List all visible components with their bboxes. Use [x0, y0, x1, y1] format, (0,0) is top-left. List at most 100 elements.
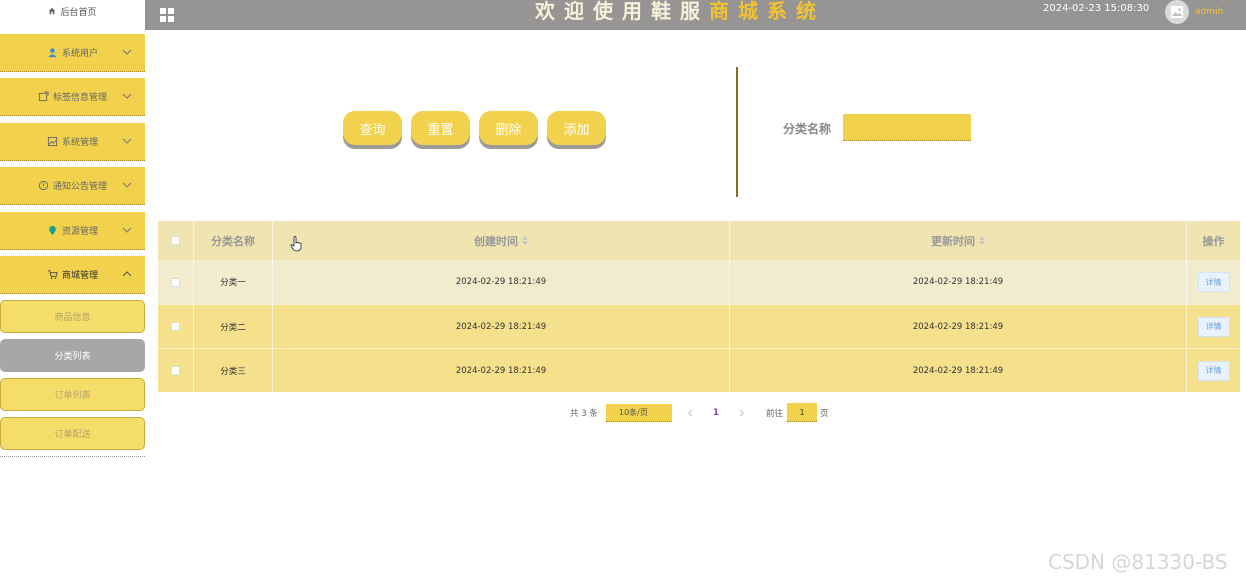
chevron-down-icon [122, 49, 132, 55]
prev-page-icon[interactable] [687, 403, 695, 423]
avatar[interactable] [1165, 0, 1189, 24]
chevron-down-icon [122, 182, 132, 188]
select-all-checkbox[interactable] [171, 236, 180, 245]
submenu-label: 商品信息 [54, 313, 91, 323]
sidebar-item-label: 商城管理 [61, 271, 98, 281]
table-row: 分类二 2024-02-29 18:21:49 2024-02-29 18:21… [158, 304, 1240, 348]
chevron-up-icon [122, 271, 132, 277]
sidebar-item-label: 资源管理 [61, 227, 98, 237]
cart-icon [47, 270, 58, 279]
sidebar-item-tag-management[interactable]: 标签信息管理 [0, 78, 145, 116]
toolbar-divider [736, 67, 738, 197]
title-part-1: 欢迎使用鞋服 [535, 0, 709, 23]
next-page-icon[interactable] [737, 403, 745, 423]
info-icon [38, 180, 49, 191]
row-checkbox[interactable] [171, 277, 180, 287]
row-checkbox[interactable] [171, 366, 180, 375]
detail-button[interactable]: 详情 [1197, 272, 1230, 292]
chevron-down-icon [122, 93, 132, 99]
cell-updated: 2024-02-29 18:21:49 [730, 305, 1187, 348]
goto-page-input[interactable]: 1 [787, 403, 817, 422]
cell-created: 2024-02-29 18:21:49 [273, 349, 730, 392]
cell-action: 详情 [1187, 305, 1240, 348]
cell-updated: 2024-02-29 18:21:49 [730, 260, 1187, 304]
page-number-current[interactable]: 1 [713, 403, 719, 423]
row-checkbox-cell [158, 349, 194, 392]
category-table: 分类名称 创建时间 更新时间 操作 分类一 2024-02-29 18:21:4… [158, 221, 1240, 392]
table-row: 分类一 2024-02-29 18:21:49 2024-02-29 18:21… [158, 260, 1240, 304]
user-icon [48, 48, 57, 58]
column-header-label: 更新时间 [931, 234, 975, 248]
column-header-action: 操作 [1202, 234, 1225, 248]
sidebar-item-label: 系统用户 [61, 49, 98, 59]
row-checkbox[interactable] [171, 322, 180, 331]
grid-menu-icon[interactable] [160, 8, 174, 22]
picture-icon [47, 136, 58, 147]
submenu-order-delivery[interactable]: 订单配送 [0, 417, 145, 450]
query-button[interactable]: 查询 [343, 111, 402, 145]
watermark: CSDN @81330-BS [1048, 550, 1228, 574]
page-size-select[interactable]: 10条/页 [606, 404, 672, 422]
sidebar-item-label: 标签信息管理 [52, 93, 107, 103]
chevron-down-icon [122, 227, 132, 233]
column-header-updated[interactable]: 更新时间 [730, 221, 1187, 260]
page-suffix: 页 [820, 409, 829, 419]
cell-name: 分类二 [194, 305, 273, 348]
cell-action: 详情 [1187, 260, 1240, 304]
submenu-label: 订单列表 [54, 391, 91, 401]
sidebar-home-label: 后台首页 [60, 7, 97, 18]
sidebar-item-label: 通知公告管理 [52, 182, 107, 192]
reset-button[interactable]: 重置 [411, 111, 470, 145]
row-checkbox-cell [158, 305, 194, 348]
sidebar-item-system-users[interactable]: 系统用户 [0, 34, 145, 72]
hand-cursor-icon [290, 236, 302, 252]
sidebar-item-notice-management[interactable]: 通知公告管理 [0, 167, 145, 205]
sidebar-item-label: 系统管理 [61, 138, 98, 148]
search-label: 分类名称 [783, 122, 832, 136]
cell-updated: 2024-02-29 18:21:49 [730, 349, 1187, 392]
header: 欢迎使用鞋服商城系统 2024-02-23 15:08:30 admin [145, 0, 1246, 30]
sidebar-item-system-management[interactable]: 系统管理 [0, 123, 145, 161]
cell-created: 2024-02-29 18:21:49 [273, 305, 730, 348]
cell-created: 2024-02-29 18:21:49 [273, 260, 730, 304]
tag-icon [38, 91, 49, 102]
sidebar: 后台首页 系统用户 标签信息管理 系统管理 通知公告管理 资源管理 商城管理 商… [0, 0, 145, 583]
image-icon [1171, 6, 1183, 18]
row-checkbox-cell [158, 260, 194, 304]
submenu-order-list[interactable]: 订单列表 [0, 378, 145, 411]
location-pin-icon [49, 225, 56, 236]
add-button[interactable]: 添加 [547, 111, 606, 145]
header-checkbox-cell [158, 221, 194, 260]
submenu-product-info[interactable]: 商品信息 [0, 300, 145, 333]
column-header-label: 创建时间 [474, 234, 518, 248]
table-header: 分类名称 创建时间 更新时间 操作 [158, 221, 1240, 260]
category-name-input[interactable] [843, 114, 971, 141]
submenu-label: 分类列表 [54, 352, 91, 362]
sidebar-item-resource-management[interactable]: 资源管理 [0, 212, 145, 250]
title-part-2: 商城系统 [709, 0, 825, 23]
detail-button[interactable]: 详情 [1197, 316, 1230, 337]
table-row: 分类三 2024-02-29 18:21:49 2024-02-29 18:21… [158, 348, 1240, 392]
cell-action: 详情 [1187, 349, 1240, 392]
column-header-name: 分类名称 [194, 221, 273, 260]
sidebar-item-mall-management[interactable]: 商城管理 [0, 256, 145, 294]
delete-button[interactable]: 删除 [479, 111, 538, 145]
home-icon [49, 7, 56, 15]
sidebar-divider [0, 456, 145, 457]
column-header-created[interactable]: 创建时间 [273, 221, 730, 260]
cell-name: 分类一 [194, 260, 273, 304]
sort-icon[interactable] [979, 236, 985, 245]
submenu-category-list[interactable]: 分类列表 [0, 339, 145, 372]
page-size-value: 10条/页 [619, 408, 648, 417]
username[interactable]: admin [1195, 7, 1223, 17]
sidebar-home[interactable]: 后台首页 [0, 0, 145, 22]
sort-icon[interactable] [522, 236, 528, 245]
chevron-down-icon [122, 138, 132, 144]
cell-name: 分类三 [194, 349, 273, 392]
goto-label: 前往 [766, 409, 784, 419]
app: 后台首页 系统用户 标签信息管理 系统管理 通知公告管理 资源管理 商城管理 商… [0, 0, 1246, 583]
detail-button[interactable]: 详情 [1197, 360, 1230, 381]
datetime: 2024-02-23 15:08:30 [1043, 3, 1150, 14]
page-title: 欢迎使用鞋服商城系统 [535, 0, 825, 30]
submenu-label: 订单配送 [54, 430, 91, 440]
